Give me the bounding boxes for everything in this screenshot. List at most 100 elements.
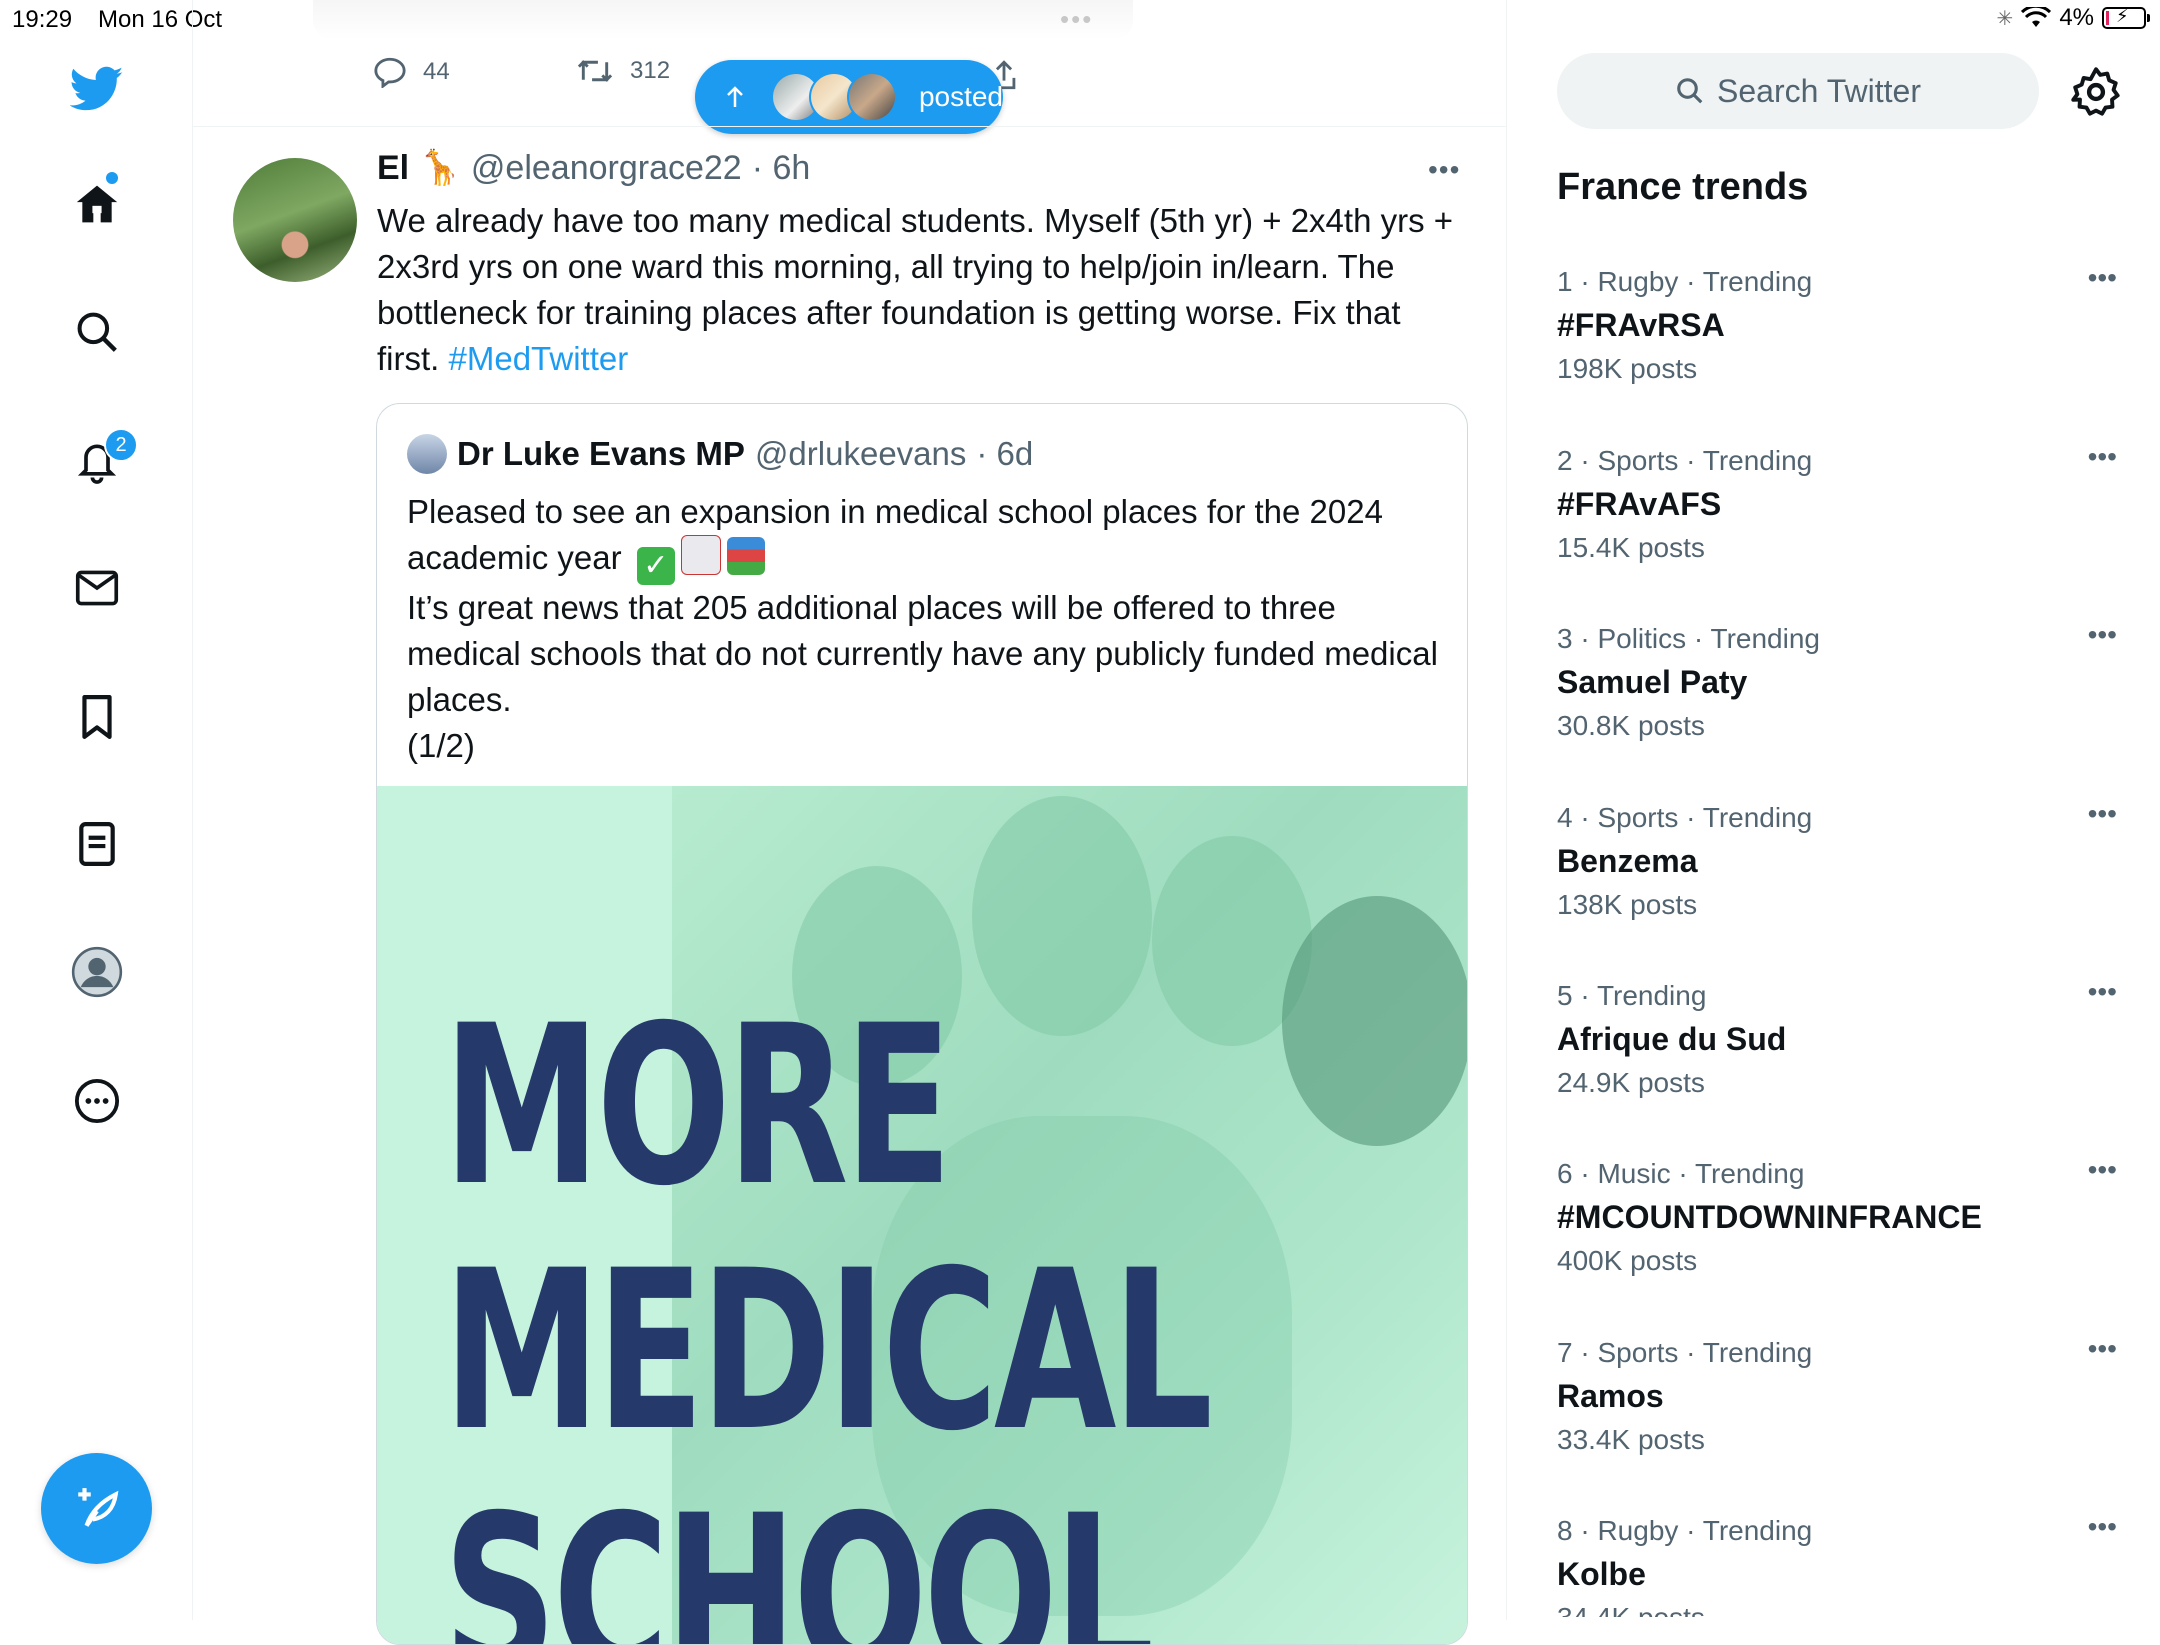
tweet-time[interactable]: · 6h — [752, 149, 811, 188]
search-icon — [1677, 78, 1703, 104]
trend-more-menu[interactable]: ••• — [2088, 441, 2117, 473]
trend-more-menu[interactable]: ••• — [2088, 798, 2117, 830]
author-avatar[interactable] — [233, 158, 357, 282]
trend-meta: 5 · Trending — [1557, 980, 1707, 1011]
trend-count: 30.8K posts — [1557, 710, 1705, 741]
trend-item[interactable]: 1 · Rugby · Trending #FRAvRSA 198K posts… — [1557, 262, 2117, 390]
trend-name: Kolbe — [1557, 1556, 1646, 1592]
sidebar-nav: 2 — [0, 0, 193, 1620]
notifications-badge: 2 — [104, 428, 138, 462]
search-placeholder: Search Twitter — [1717, 72, 1921, 109]
photo-figure — [972, 796, 1152, 1036]
retweet-button[interactable]: 312 — [576, 56, 670, 86]
trend-count: 198K posts — [1557, 353, 1698, 384]
trend-count: 24.9K posts — [1557, 1067, 1705, 1098]
compose-feather-icon — [77, 1487, 118, 1527]
battery-percent: 4% — [2059, 4, 2094, 31]
status-indicators: ✳ 4% ⚡ — [1996, 4, 2150, 32]
trend-meta: 3 · Politics · Trending — [1557, 623, 1820, 654]
home-new-dot — [106, 172, 118, 184]
quoted-tweet-text: Pleased to see an expansion in medical s… — [407, 489, 1447, 769]
trend-count: 33.4K posts — [1557, 1424, 1705, 1455]
trend-more-menu[interactable]: ••• — [2088, 619, 2117, 651]
author-handle[interactable]: @eleanorgrace22 — [471, 149, 742, 188]
posted-label: posted — [918, 81, 1004, 112]
tweet-more-menu[interactable]: ••• — [1428, 154, 1460, 186]
quoted-tweet-time: · 6d — [976, 435, 1034, 472]
bookmarks-icon[interactable] — [66, 686, 128, 748]
more-options-icon[interactable] — [66, 1070, 128, 1132]
timeline[interactable]: 44 312 posted El 🦒 @eleanorgrace22 · 6h … — [193, 0, 1507, 1645]
books-emoji-icon — [726, 537, 765, 575]
trend-count: 400K posts — [1557, 1245, 1698, 1276]
tweet-divider — [193, 126, 1506, 127]
new-posts-pill[interactable]: posted — [695, 60, 1003, 134]
reply-button[interactable]: 44 — [373, 56, 450, 88]
trend-name: Afrique du Sud — [1557, 1021, 1787, 1057]
trend-count: 138K posts — [1557, 889, 1698, 920]
trends-title: France trends — [1557, 166, 1809, 208]
reply-count: 44 — [423, 58, 450, 85]
quoted-author-avatar — [407, 434, 447, 474]
arrow-up-icon — [727, 86, 743, 107]
trend-meta: 6 · Music · Trending — [1557, 1158, 1805, 1189]
quoted-author-name: Dr Luke Evans MP — [457, 435, 745, 472]
trend-more-menu[interactable]: ••• — [2088, 1333, 2117, 1365]
quoted-line-emoji: academic year ✓ — [407, 535, 1447, 585]
trend-meta: 4 · Sports · Trending — [1557, 802, 1813, 833]
poster-avatar — [846, 72, 897, 122]
trend-meta: 8 · Rugby · Trending — [1557, 1515, 1813, 1546]
quoted-media-image[interactable]: MORE MEDICAL SCHOOL — [377, 786, 1467, 1645]
hashtag-link[interactable]: #MedTwitter — [449, 340, 629, 377]
activity-icon: ✳ — [1996, 7, 2014, 30]
trend-name: Ramos — [1557, 1378, 1664, 1414]
trend-name: #FRAvAFS — [1557, 486, 1722, 522]
settings-gear-icon[interactable] — [2070, 66, 2122, 118]
trend-item[interactable]: 6 · Music · Trending #MCOUNTDOWNINFRANCE… — [1557, 1154, 2117, 1282]
quoted-tweet[interactable]: Dr Luke Evans MP @drlukeevans · 6d Pleas… — [376, 403, 1468, 1645]
trend-more-menu[interactable]: ••• — [2088, 976, 2117, 1008]
image-headline: SCHOOL — [443, 1468, 1155, 1645]
trend-item[interactable]: 2 · Sports · Trending #FRAvAFS 15.4K pos… — [1557, 441, 2117, 569]
image-headline: MORE — [443, 978, 952, 1234]
trend-more-menu[interactable]: ••• — [2088, 1154, 2117, 1186]
trend-count: 15.4K posts — [1557, 532, 1705, 563]
quoted-author-handle: @drlukeevans — [754, 435, 967, 472]
trend-item[interactable]: 4 · Sports · Trending Benzema 138K posts… — [1557, 798, 2117, 926]
compose-tweet-button[interactable] — [41, 1453, 152, 1564]
lists-icon[interactable] — [66, 813, 128, 875]
image-headline: MEDICAL — [443, 1223, 1213, 1479]
tweet-text: We already have too many medical student… — [377, 198, 1467, 382]
tweet-header: El 🦒 @eleanorgrace22 · 6h — [377, 148, 810, 188]
quoted-line: (1/2) — [407, 727, 475, 764]
search-input[interactable]: Search Twitter — [1557, 53, 2039, 129]
home-icon[interactable] — [66, 173, 128, 235]
author-name[interactable]: El 🦒 — [377, 148, 461, 188]
trend-more-menu[interactable]: ••• — [2088, 262, 2117, 294]
explore-search-icon[interactable] — [66, 301, 128, 363]
retweet-count: 312 — [630, 57, 671, 84]
trend-item[interactable]: 7 · Sports · Trending Ramos 33.4K posts … — [1557, 1333, 2117, 1461]
profile-avatar-icon[interactable] — [66, 941, 128, 1003]
twitter-logo-icon[interactable] — [66, 58, 128, 120]
wifi-icon — [2021, 7, 2052, 27]
trend-name: #FRAvRSA — [1557, 307, 1725, 343]
trend-meta: 2 · Sports · Trending — [1557, 445, 1813, 476]
quoted-line: academic year — [407, 539, 622, 576]
retweet-icon — [577, 60, 613, 82]
reply-icon — [374, 57, 406, 88]
trend-name: #MCOUNTDOWNINFRANCE — [1557, 1199, 1982, 1235]
check-mark-emoji-icon: ✓ — [636, 547, 675, 585]
trend-more-menu[interactable]: ••• — [2088, 1511, 2117, 1543]
trend-item[interactable]: 8 · Rugby · Trending Kolbe 34.4K posts •… — [1557, 1511, 2117, 1617]
quoted-line: Pleased to see an expansion in medical s… — [407, 493, 1383, 530]
previous-tweet-edge — [313, 0, 1133, 40]
messages-envelope-icon[interactable] — [66, 557, 128, 619]
trend-count: 34.4K posts — [1557, 1597, 2117, 1617]
trend-name: Benzema — [1557, 843, 1698, 879]
trend-item[interactable]: 5 · Trending Afrique du Sud 24.9K posts … — [1557, 976, 2117, 1104]
battery-icon: ⚡ — [2102, 6, 2150, 29]
hospital-emoji-icon — [680, 535, 721, 575]
trend-item[interactable]: 3 · Politics · Trending Samuel Paty 30.8… — [1557, 619, 2117, 747]
quoted-tweet-header: Dr Luke Evans MP @drlukeevans · 6d — [407, 434, 1033, 474]
